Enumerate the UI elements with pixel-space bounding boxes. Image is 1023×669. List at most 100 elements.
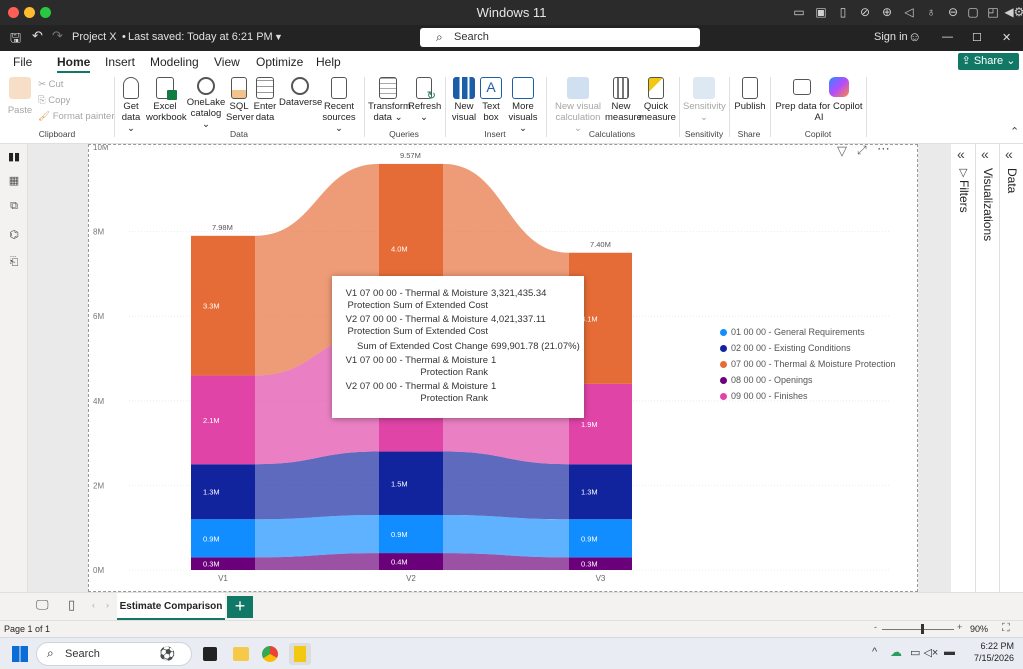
share-button[interactable]: ⇪ Share ⌄ xyxy=(958,53,1019,70)
zoom-out-icon[interactable]: - xyxy=(874,622,877,632)
menu-help[interactable]: Help xyxy=(316,55,341,69)
menu-home[interactable]: Home xyxy=(57,55,91,73)
copilot-icon[interactable] xyxy=(829,77,849,97)
maximize-icon[interactable]: ☐ xyxy=(972,31,982,44)
save-icon[interactable]: 🖫 xyxy=(10,29,21,51)
copy-button[interactable]: ⎘ Copy xyxy=(38,95,70,106)
taskbar-date[interactable]: 7/15/2026 xyxy=(962,653,1014,663)
menu-insert[interactable]: Insert xyxy=(105,55,135,69)
add-page-button[interactable]: + xyxy=(227,596,253,618)
drive-icon[interactable]: ⊖ xyxy=(946,5,960,19)
get-data-button[interactable]: Get data ⌄ xyxy=(117,77,145,134)
redo-icon[interactable]: ↷ xyxy=(52,28,63,44)
collapse-ribbon-icon[interactable]: ⌃ xyxy=(1010,125,1019,138)
menu-optimize[interactable]: Optimize xyxy=(256,55,303,69)
show-hidden-icons[interactable]: ^ xyxy=(872,646,877,658)
legend-item[interactable]: 09 00 00 - Finishes xyxy=(720,391,808,401)
volume-icon[interactable]: ◁ xyxy=(902,5,916,19)
recent-sources-button[interactable]: Recent sources ⌄ xyxy=(318,77,360,134)
last-saved[interactable]: Last saved: Today at 6:21 PM xyxy=(128,31,273,43)
clipboard-icon[interactable]: ▯ xyxy=(836,5,850,19)
windows-start-icon[interactable] xyxy=(12,646,28,662)
expand-visualizations-icon[interactable]: « xyxy=(981,146,989,162)
undo-icon[interactable]: ↶ xyxy=(32,28,43,44)
taskbar-time[interactable]: 6:22 PM xyxy=(970,641,1014,651)
paste-button[interactable]: Paste xyxy=(6,77,34,116)
minimize-icon[interactable]: — xyxy=(942,31,953,43)
new-visual-button[interactable]: New visual xyxy=(450,77,478,123)
format-painter-button[interactable]: 🖌 Format painter xyxy=(38,111,114,122)
onedrive-icon[interactable]: ☁ xyxy=(890,645,902,659)
refresh-button[interactable]: ↻ Refresh ⌄ xyxy=(408,77,441,123)
filter-icon[interactable]: ▽ xyxy=(837,143,847,159)
cut-button[interactable]: ✂ Cut xyxy=(38,79,63,90)
zoom-slider-thumb[interactable] xyxy=(920,624,924,634)
power-bi-taskbar-button[interactable] xyxy=(289,643,311,665)
legend-label: 01 00 00 - General Requirements xyxy=(731,327,865,337)
sql-server-button[interactable]: SQL Server xyxy=(226,77,254,123)
scroll-left-icon[interactable]: ‹ xyxy=(92,600,95,610)
menu-view[interactable]: View xyxy=(214,55,240,69)
dataverse-button[interactable]: Dataverse xyxy=(279,77,322,108)
sensitivity-button[interactable]: Sensitivity ⌄ xyxy=(683,77,726,123)
expand-data-icon[interactable]: « xyxy=(1005,146,1013,162)
taskbar-search[interactable]: ⌕ Search ⚽ xyxy=(36,642,192,666)
quick-measure-button[interactable]: Quick measure xyxy=(639,77,676,123)
zoom-level[interactable]: 90% xyxy=(970,624,988,634)
zoom-slider[interactable] xyxy=(882,629,954,630)
report-view-icon[interactable]: ▮▮ xyxy=(6,150,22,164)
model-view-icon[interactable]: ⧉ xyxy=(6,200,22,214)
mobile-layout-icon[interactable]: ▯ xyxy=(68,597,75,613)
battery-icon[interactable]: ▬ xyxy=(944,646,955,658)
dax-query-view-icon[interactable]: ⌬ xyxy=(6,228,22,242)
fit-to-page-icon[interactable]: ⛶ xyxy=(1002,622,1010,635)
more-visuals-button[interactable]: More visuals ⌄ xyxy=(505,77,541,134)
mute-icon[interactable]: ⊘ xyxy=(858,5,872,19)
onelake-catalog-button[interactable]: OneLake catalog ⌄ xyxy=(186,77,226,130)
quick-measure-icon xyxy=(648,77,664,99)
tab-estimate-comparison[interactable]: Estimate Comparison xyxy=(117,593,225,620)
scroll-right-icon[interactable]: › xyxy=(106,600,109,610)
close-icon[interactable]: ✕ xyxy=(1002,31,1011,44)
desktop-layout-icon[interactable]: 🖵 xyxy=(36,597,49,613)
legend-item[interactable]: 01 00 00 - General Requirements xyxy=(720,327,865,337)
excel-workbook-button[interactable]: Excel workbook xyxy=(146,77,187,123)
enter-data-button[interactable]: Enter data xyxy=(253,77,277,123)
search-input[interactable]: ⌕ Search xyxy=(420,28,700,47)
tmdl-view-icon[interactable]: ⎗ xyxy=(6,256,22,270)
table-view-icon[interactable]: ▦ xyxy=(6,174,22,188)
account-icon[interactable]: ☺ xyxy=(908,29,921,44)
zoom-in-icon[interactable]: + xyxy=(957,622,962,632)
microphone-icon[interactable]: ♁ xyxy=(924,5,938,19)
display-icon[interactable]: ▣ xyxy=(814,5,828,19)
group-calculations: Calculations xyxy=(588,129,636,139)
legend-item[interactable]: 07 00 00 - Thermal & Moisture Protection xyxy=(720,359,895,369)
text-box-button[interactable]: A Text box xyxy=(479,77,503,123)
caret-down-icon[interactable]: ▼ xyxy=(274,32,283,42)
expand-filters-icon[interactable]: « xyxy=(957,146,965,162)
data-pane-label[interactable]: Data xyxy=(1005,168,1019,193)
publish-button[interactable]: Publish xyxy=(733,77,767,112)
file-explorer-icon[interactable] xyxy=(233,647,249,661)
focus-mode-icon[interactable]: ⤢ xyxy=(857,143,867,158)
new-measure-button[interactable]: New measure xyxy=(605,77,642,123)
globe-icon[interactable]: ⊕ xyxy=(880,5,894,19)
sign-in[interactable]: Sign in xyxy=(874,31,908,43)
keyboard-icon[interactable]: ▭ xyxy=(792,5,806,19)
filters-pane-label[interactable]: Filters xyxy=(957,180,971,213)
legend-item[interactable]: 08 00 00 - Openings xyxy=(720,375,813,385)
menu-file[interactable]: File xyxy=(13,55,32,69)
menu-modeling[interactable]: Modeling xyxy=(150,55,199,69)
visualizations-pane-label[interactable]: Visualizations xyxy=(981,168,995,241)
network-volume-icons[interactable]: ▭ ◁× xyxy=(910,646,938,659)
settings-icon[interactable]: ⚙ xyxy=(1012,5,1023,19)
screen-icon[interactable]: ◰ xyxy=(986,5,1000,19)
chrome-icon[interactable] xyxy=(262,646,278,662)
new-visual-calculation-button[interactable]: New visual calculation ⌄ xyxy=(552,77,604,134)
more-options-icon[interactable]: ⋯ xyxy=(877,141,890,157)
prep-data-copilot-button[interactable]: Prep data for Copilot AI xyxy=(775,77,863,123)
camera-icon[interactable]: ▢ xyxy=(966,5,980,19)
transform-data-button[interactable]: Transform data ⌄ xyxy=(368,77,411,123)
legend-item[interactable]: 02 00 00 - Existing Conditions xyxy=(720,343,851,353)
task-view-icon[interactable] xyxy=(203,647,217,661)
